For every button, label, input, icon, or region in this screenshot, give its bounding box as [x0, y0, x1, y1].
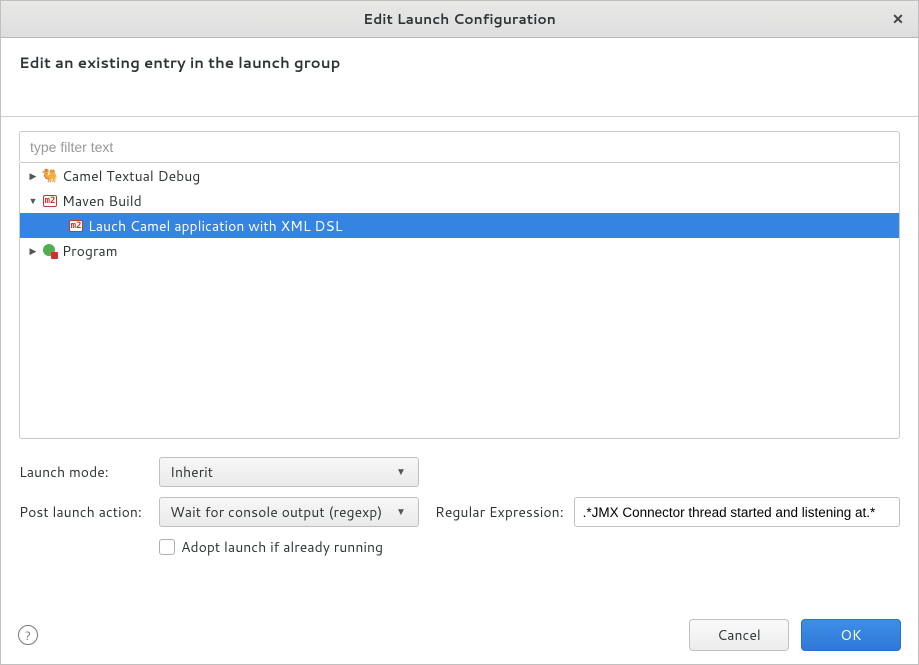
cancel-button-label: Cancel — [717, 625, 761, 645]
maven-icon: m2 — [67, 218, 85, 234]
cancel-button[interactable]: Cancel — [689, 619, 789, 651]
help-icon[interactable]: ? — [18, 625, 38, 645]
post-launch-label: Post launch action: — [19, 502, 149, 522]
config-tree[interactable]: 🐫 Camel Textual Debug m2 Maven Build m2 … — [19, 163, 900, 439]
chevron-down-icon: ▼ — [390, 461, 412, 483]
chevron-right-icon[interactable] — [26, 169, 40, 182]
titlebar: Edit Launch Configuration ✕ — [1, 1, 918, 38]
camel-icon: 🐫 — [41, 168, 59, 184]
ok-button-label: OK — [840, 625, 861, 645]
chevron-right-icon[interactable] — [26, 244, 40, 257]
dialog-header: Edit an existing entry in the launch gro… — [1, 38, 918, 117]
tree-item-label: Program — [62, 241, 118, 261]
tree-item-label: Lauch Camel application with XML DSL — [88, 216, 342, 236]
launch-mode-select[interactable]: Inherit ▼ — [159, 457, 419, 487]
regex-label: Regular Expression: — [435, 502, 564, 522]
program-icon — [41, 243, 59, 259]
tree-item-label: Maven Build — [62, 191, 142, 211]
tree-item-camel-debug[interactable]: 🐫 Camel Textual Debug — [20, 163, 899, 188]
dialog-header-title: Edit an existing entry in the launch gro… — [19, 52, 900, 73]
chevron-down-icon[interactable] — [26, 194, 40, 207]
filter-input[interactable] — [19, 131, 900, 163]
tree-item-label: Camel Textual Debug — [62, 166, 200, 186]
launch-mode-label: Launch mode: — [19, 462, 149, 482]
post-launch-value: Wait for console output (regexp) — [170, 502, 382, 522]
maven-icon: m2 — [41, 193, 59, 209]
ok-button[interactable]: OK — [801, 619, 901, 651]
tree-item-program[interactable]: Program — [20, 238, 899, 263]
tree-item-maven-build[interactable]: m2 Maven Build — [20, 188, 899, 213]
launch-mode-value: Inherit — [170, 462, 213, 482]
window-title: Edit Launch Configuration — [363, 9, 556, 29]
adopt-label: Adopt launch if already running — [181, 537, 383, 557]
chevron-down-icon: ▼ — [390, 501, 412, 523]
dialog-footer: ? Cancel OK — [0, 605, 919, 665]
close-icon[interactable]: ✕ — [888, 9, 908, 29]
regex-input[interactable] — [574, 497, 900, 527]
adopt-checkbox[interactable] — [159, 539, 175, 555]
tree-item-launch-camel-xml[interactable]: m2 Lauch Camel application with XML DSL — [20, 213, 899, 238]
post-launch-select[interactable]: Wait for console output (regexp) ▼ — [159, 497, 419, 527]
form-area: Launch mode: Inherit ▼ Post launch actio… — [1, 439, 918, 563]
